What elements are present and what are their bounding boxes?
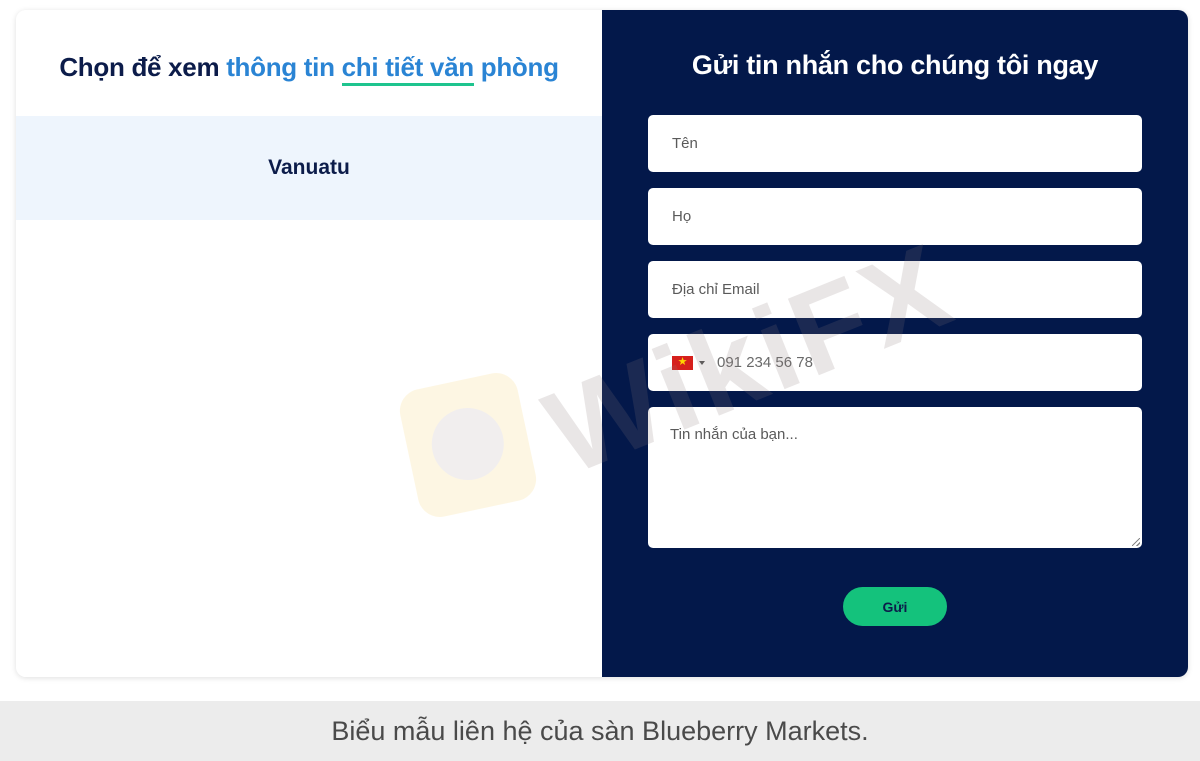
office-selector-panel: Chọn để xem thông tin chi tiết văn phòng… [16,10,602,677]
submit-button[interactable]: Gửi [843,587,947,626]
office-tab-vanuatu[interactable]: Vanuatu [16,116,602,220]
message-placeholder: Tin nhắn của bạn... [670,426,798,443]
title-plain: Chọn để xem [59,52,227,82]
first-name-placeholder: Tên [672,135,698,152]
form-title: Gửi tin nhắn cho chúng tôi ngay [691,50,1099,80]
phone-placeholder: 091 234 56 78 [717,354,813,371]
vietnam-flag-icon[interactable]: ★ [672,355,693,370]
phone-input[interactable]: ★ 091 234 56 78 [648,334,1142,391]
email-placeholder: Địa chỉ Email [672,281,760,298]
email-input[interactable]: Địa chỉ Email [648,261,1142,318]
last-name-placeholder: Họ [672,208,692,225]
chevron-down-icon[interactable] [699,360,705,365]
office-selector-title: Chọn để xem thông tin chi tiết văn phòng [16,52,602,86]
title-accent-end: phòng [473,52,559,82]
image-caption: Biểu mẫu liên hệ của sàn Blueberry Marke… [0,701,1200,761]
contact-form-panel: Gửi tin nhắn cho chúng tôi ngay Tên Họ Đ… [602,10,1188,677]
first-name-input[interactable]: Tên [648,115,1142,172]
resize-handle-icon[interactable] [1132,538,1140,546]
title-underlined: chi tiết văn [341,52,474,86]
message-textarea[interactable]: Tin nhắn của bạn... [648,407,1142,548]
last-name-input[interactable]: Họ [648,188,1142,245]
contact-card: Chọn để xem thông tin chi tiết văn phòng… [16,10,1188,677]
title-accent: thông tin [226,52,342,82]
